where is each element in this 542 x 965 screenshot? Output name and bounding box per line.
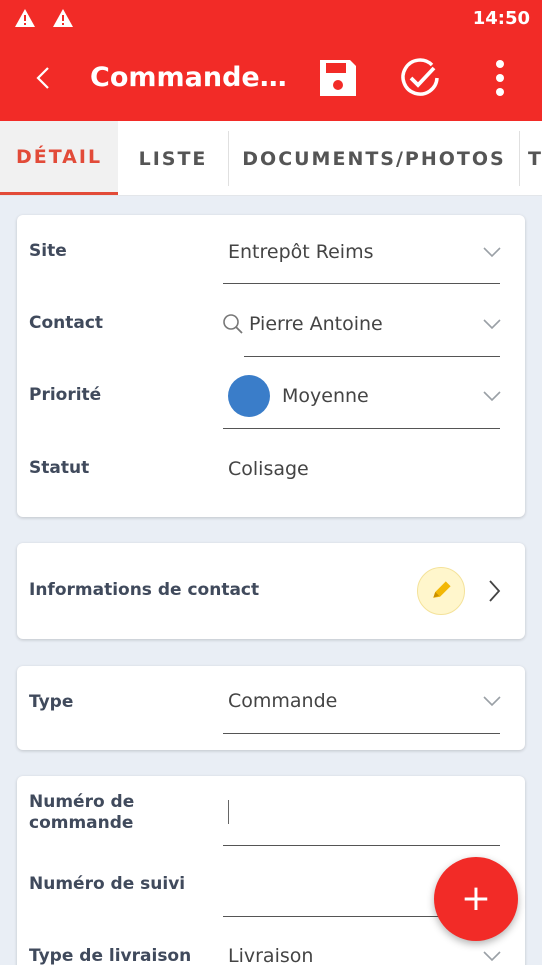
chevron-down-icon[interactable] bbox=[482, 950, 502, 962]
type-select[interactable]: Commande bbox=[228, 690, 337, 712]
numero-commande-label-line1: Numéro de bbox=[29, 792, 135, 812]
chevron-right-icon[interactable] bbox=[487, 579, 501, 603]
tab-divider bbox=[519, 131, 520, 186]
contact-select[interactable]: Pierre Antoine bbox=[249, 313, 383, 335]
save-icon[interactable] bbox=[316, 56, 360, 100]
numero-suivi-label: Numéro de suivi bbox=[29, 874, 186, 894]
contact-underline bbox=[244, 356, 500, 357]
main-info-card: Site Entrepôt Reims Contact Pierre Antoi… bbox=[17, 215, 525, 517]
type-livraison-label: Type de livraison bbox=[29, 946, 192, 965]
tab-liste[interactable]: LISTE bbox=[118, 121, 228, 195]
type-label: Type bbox=[29, 692, 74, 712]
tab-detail[interactable]: DÉTAIL bbox=[0, 121, 118, 195]
clock: 14:50 bbox=[472, 8, 530, 29]
priorite-select[interactable]: Moyenne bbox=[282, 385, 369, 407]
chevron-down-icon[interactable] bbox=[482, 695, 502, 707]
page-title: Commande c... bbox=[90, 62, 290, 93]
contact-info-label: Informations de contact bbox=[29, 580, 260, 600]
add-fab-button[interactable]: + bbox=[434, 857, 518, 941]
edit-pencil-icon[interactable] bbox=[417, 567, 465, 615]
contact-info-card[interactable]: Informations de contact bbox=[17, 543, 525, 639]
tab-bar: DÉTAIL LISTE DOCUMENTS/PHOTOS T bbox=[0, 121, 542, 196]
warning-icon bbox=[14, 8, 36, 28]
app-bar: Commande c... bbox=[0, 36, 542, 121]
contact-label: Contact bbox=[29, 313, 104, 333]
chevron-down-icon[interactable] bbox=[482, 318, 502, 330]
priorite-underline bbox=[223, 428, 500, 429]
numero-commande-label-line2: commande bbox=[29, 813, 134, 833]
site-label: Site bbox=[29, 241, 67, 261]
plus-icon: + bbox=[460, 878, 492, 919]
chevron-down-icon[interactable] bbox=[482, 246, 502, 258]
back-arrow-icon[interactable] bbox=[28, 60, 58, 96]
site-underline bbox=[223, 283, 500, 284]
check-circle-icon[interactable] bbox=[398, 56, 442, 100]
more-vert-icon[interactable] bbox=[478, 56, 522, 100]
type-underline bbox=[223, 733, 500, 734]
numero-commande-underline bbox=[223, 845, 500, 846]
type-livraison-select[interactable]: Livraison bbox=[228, 945, 313, 965]
text-cursor bbox=[228, 800, 229, 824]
statut-value: Colisage bbox=[228, 458, 309, 480]
tab-documents-photos[interactable]: DOCUMENTS/PHOTOS bbox=[229, 121, 519, 195]
statut-label: Statut bbox=[29, 458, 90, 478]
priorite-label: Priorité bbox=[29, 385, 102, 405]
tab-next[interactable]: T bbox=[528, 121, 542, 195]
status-bar: 14:50 bbox=[0, 0, 542, 36]
search-icon bbox=[222, 313, 244, 335]
chevron-down-icon[interactable] bbox=[482, 390, 502, 402]
warning-icon bbox=[52, 8, 74, 28]
site-select[interactable]: Entrepôt Reims bbox=[228, 241, 373, 263]
type-card: Type Commande bbox=[17, 666, 525, 750]
priority-color-dot bbox=[228, 375, 270, 417]
